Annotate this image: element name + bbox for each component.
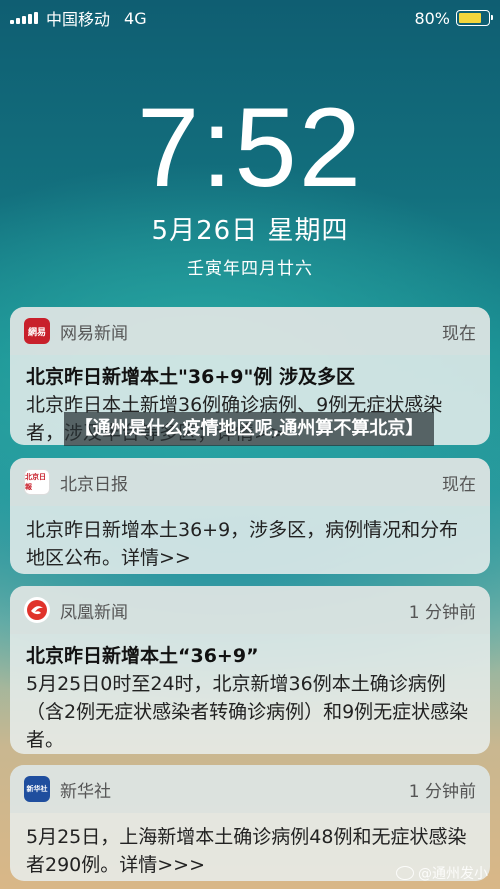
notification-text: 5月25日0时至24时，北京新增36例本土确诊病例（含2例无症状感染者转确诊病例… xyxy=(26,673,469,751)
notification-header: 新华社 新华社 1 分钟前 xyxy=(10,765,490,813)
lockscreen-date: 5月26日 星期四 xyxy=(151,216,349,246)
notification-time: 1 分钟前 xyxy=(408,602,476,623)
app-icon-label: 網易 xyxy=(27,327,46,338)
ifeng-news-icon xyxy=(24,597,50,623)
xinhua-icon: 新华社 xyxy=(24,776,50,802)
notification-app-name: 网易新闻 xyxy=(60,323,128,344)
carrier-name: 中国移动 xyxy=(46,10,111,29)
netease-news-icon: 網易 xyxy=(24,318,50,344)
lockscreen-lunar-date: 壬寅年四月廿六 xyxy=(187,259,313,279)
battery-percent: 80% xyxy=(414,8,450,28)
battery-status: 80% xyxy=(414,8,493,28)
notification-time: 现在 xyxy=(442,323,476,344)
app-icon-label: 新华社 xyxy=(26,785,48,793)
battery-fill xyxy=(459,13,482,23)
notification-body: 北京昨日新增本土“36+9” 5月25日0时至24时，北京新增36例本土确诊病例… xyxy=(10,634,490,754)
notification-app-name: 北京日报 xyxy=(60,474,128,495)
notification-card-beijing-daily[interactable]: 北京日報 北京日报 现在 北京昨日新增本土36+9，涉多区，病例情况和分布地区公… xyxy=(10,458,490,574)
notification-body: 北京昨日新增本土36+9，涉多区，病例情况和分布地区公布。详情>> xyxy=(10,506,490,574)
signal-icon xyxy=(10,12,38,24)
lockscreen-time: 7:52 xyxy=(137,85,363,210)
network-type: 4G xyxy=(124,8,147,28)
notification-app-name: 凤凰新闻 xyxy=(60,602,128,623)
notification-app-name: 新华社 xyxy=(60,781,111,802)
notification-time: 1 分钟前 xyxy=(408,781,476,802)
app-icon-label: 北京日報 xyxy=(25,473,46,491)
weibo-icon xyxy=(396,866,414,880)
notification-text: 北京昨日新增本土36+9，涉多区，病例情况和分布地区公布。详情>> xyxy=(26,519,459,569)
notification-header: 凤凰新闻 1 分钟前 xyxy=(10,586,490,634)
notification-header: 網易 网易新闻 现在 xyxy=(10,307,490,355)
notification-card-ifeng[interactable]: 凤凰新闻 1 分钟前 北京昨日新增本土“36+9” 5月25日0时至24时，北京… xyxy=(10,586,490,754)
overlay-caption: 【通州是什么疫情地区呢,通州算不算北京】 xyxy=(64,412,434,446)
notification-header: 北京日報 北京日报 现在 xyxy=(10,458,490,506)
notification-title: 北京昨日新增本土“36+9” xyxy=(26,645,259,667)
watermark: @通州发小 xyxy=(396,863,488,883)
status-bar: 中国移动 4G 80% xyxy=(0,0,500,36)
notification-time: 现在 xyxy=(442,474,476,495)
phoenix-logo-icon xyxy=(27,600,47,620)
notification-title: 北京昨日新增本土"36+9"例 涉及多区 xyxy=(26,366,355,388)
watermark-text: @通州发小 xyxy=(418,866,488,882)
beijing-daily-icon: 北京日報 xyxy=(24,469,50,495)
battery-icon xyxy=(456,10,493,26)
